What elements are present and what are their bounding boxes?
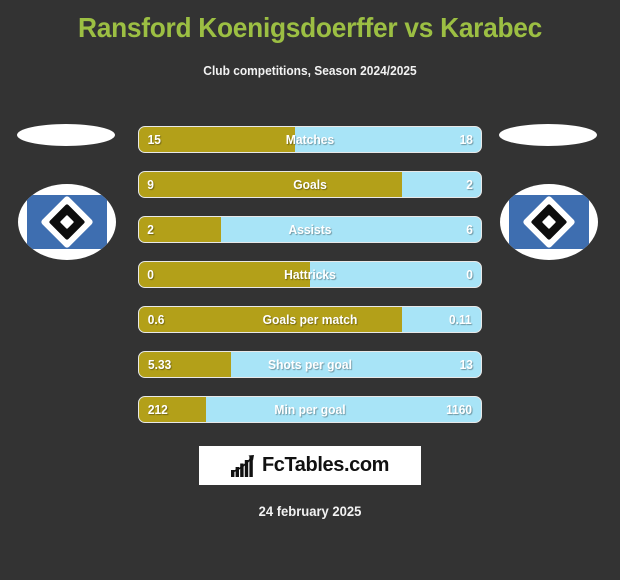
stat-value-away: 6 [466,222,473,237]
stat-bar-list: 15 Matches 18 9 Goals 2 2 Assists 6 0 Ha… [138,126,482,441]
stat-row-matches: 15 Matches 18 [138,126,482,153]
stat-value-away: 2 [466,177,473,192]
stat-comparison-page: Ransford Koenigsdoerffer vs Karabec Club… [0,0,620,580]
fctables-logo[interactable]: FcTables.com [199,446,421,485]
stat-row-hattricks: 0 Hattricks 0 [138,261,482,288]
crest-badge-right [500,184,598,260]
stat-label: Goals per match [262,312,358,327]
page-subtitle: Club competitions, Season 2024/2025 [203,63,417,78]
stat-row-shots-per-goal: 5.33 Shots per goal 13 [138,351,482,378]
stat-label: Assists [288,222,332,237]
bar-chart-growth-icon [230,454,254,477]
away-club-crest [496,118,606,268]
stat-value-away: 0 [466,267,473,282]
stat-label: Goals [293,177,327,192]
crest-shine-ellipse-left [17,124,115,146]
logo-text: FcTables.com [261,454,390,476]
stat-label: Min per goal [274,402,346,417]
stat-row-min-per-goal: 212 Min per goal 1160 [138,396,482,423]
stat-row-goals: 9 Goals 2 [138,171,482,198]
home-club-crest [14,118,124,268]
crest-badge-left [18,184,116,260]
stat-label: Hattricks [284,267,336,282]
stat-row-goals-per-match: 0.6 Goals per match 0.11 [138,306,482,333]
stat-label: Matches [285,132,335,147]
stat-label: Shots per goal [268,357,352,372]
stat-value-away: 13 [459,357,473,372]
stat-value-away: 1160 [445,402,472,417]
page-title: Ransford Koenigsdoerffer vs Karabec [77,12,543,43]
stat-row-assists: 2 Assists 6 [138,216,482,243]
stat-value-away: 18 [459,132,473,147]
footer-date: 24 february 2025 [258,503,362,519]
stat-value-away: 0.11 [449,312,473,327]
crest-shine-ellipse-right [499,124,597,146]
